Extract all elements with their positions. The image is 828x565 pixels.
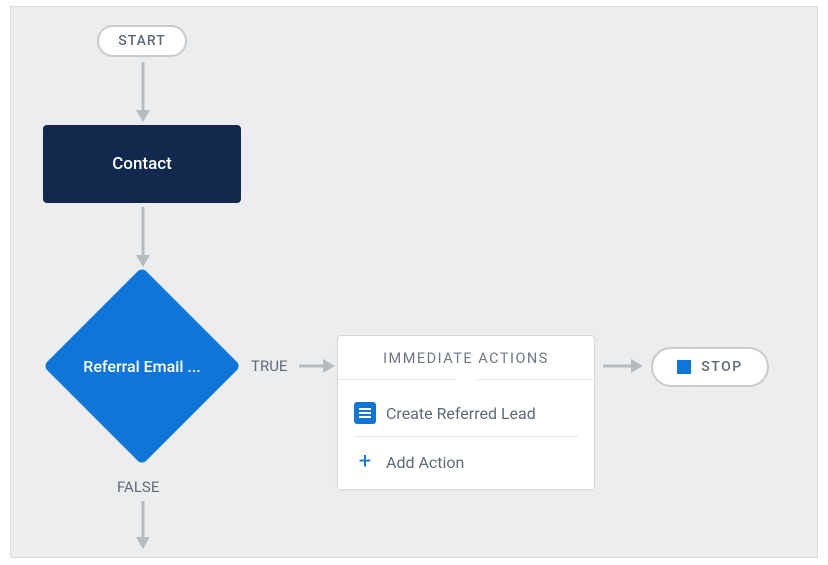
object-node-label: Contact: [112, 154, 172, 174]
action-item[interactable]: Create Referred Lead: [354, 394, 578, 437]
object-node[interactable]: Contact: [43, 125, 241, 203]
branch-true-label: TRUE: [251, 357, 287, 375]
stop-icon: [677, 360, 691, 374]
arrow-actions-to-stop: [603, 358, 645, 374]
record-action-icon: [354, 402, 376, 424]
actions-panel-body: Create Referred Lead + Add Action: [338, 380, 594, 489]
actions-panel-header-label: IMMEDIATE ACTIONS: [383, 350, 549, 367]
branch-false-label: FALSE: [117, 478, 159, 496]
action-item-label: Create Referred Lead: [386, 404, 536, 423]
arrow-true-to-actions: [299, 358, 335, 374]
add-action-button[interactable]: + Add Action: [354, 437, 578, 477]
plus-icon: +: [354, 451, 376, 473]
process-canvas: START Contact Referral Email ... TRUE: [10, 6, 818, 558]
add-action-label: Add Action: [386, 453, 464, 472]
criteria-node[interactable]: Referral Email ...: [43, 267, 241, 465]
arrow-false-down: [136, 501, 156, 551]
immediate-actions-panel: IMMEDIATE ACTIONS Create Referred Lead +…: [337, 335, 595, 490]
start-node: START: [97, 25, 187, 57]
stop-label: STOP: [701, 359, 742, 375]
stop-node: STOP: [651, 347, 769, 387]
arrow-object-to-criteria: [136, 207, 156, 269]
start-label: START: [118, 33, 166, 49]
criteria-label: Referral Email ...: [62, 357, 222, 376]
actions-panel-header: IMMEDIATE ACTIONS: [338, 336, 594, 380]
arrow-start-to-object: [136, 62, 156, 122]
